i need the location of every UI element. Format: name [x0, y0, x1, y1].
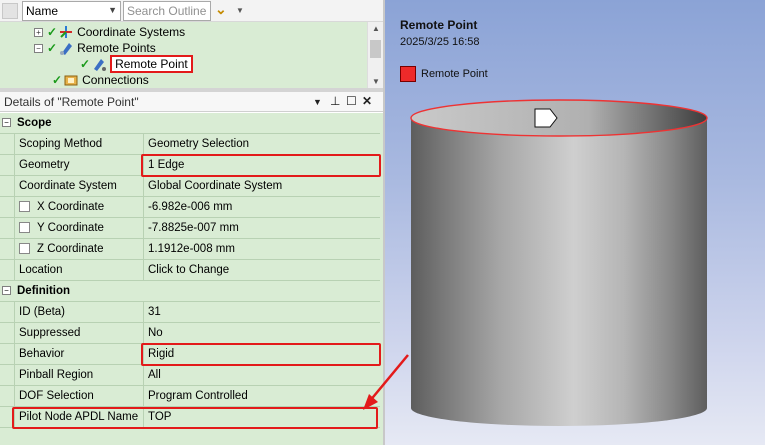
left-panel: Name ▼ Search Outline ⌄ ▼ + ✓ Coordinate… [0, 0, 383, 445]
tree-scrollbar[interactable]: ▲ ▼ [367, 22, 383, 88]
section-label: Definition [17, 285, 71, 297]
row-pinball-region[interactable]: Pinball Region All [0, 365, 380, 386]
name-filter-value: Name [26, 4, 59, 18]
row-label: Z Coordinate [14, 239, 144, 260]
row-scoping-method[interactable]: Scoping Method Geometry Selection [0, 134, 380, 155]
row-value[interactable]: -6.982e-006 mm [145, 197, 380, 218]
chevron-down-icon[interactable]: ▼ [108, 5, 117, 15]
cylinder-body [411, 118, 707, 426]
tree-item-remote-points[interactable]: − ✓ Remote Points [34, 40, 156, 56]
row-value[interactable]: 31 [145, 302, 380, 323]
tree-item-label: Remote Points [77, 41, 156, 55]
row-label: Geometry [14, 155, 144, 176]
details-title: Details of "Remote Point" [4, 95, 139, 109]
dropdown-icon[interactable]: ▼ [313, 97, 322, 107]
collapse-icon[interactable]: − [2, 286, 11, 295]
remote-point-icon [92, 57, 107, 71]
row-dof-selection[interactable]: DOF Selection Program Controlled [0, 386, 380, 407]
row-value[interactable]: Geometry Selection [145, 134, 380, 155]
row-x-coordinate[interactable]: X Coordinate -6.982e-006 mm [0, 197, 380, 218]
row-label: Pinball Region [14, 365, 144, 386]
cylinder-model[interactable] [385, 0, 765, 445]
row-label: Scoping Method [14, 134, 144, 155]
graphics-viewport[interactable]: Remote Point 2025/3/25 16:58 Remote Poin… [385, 0, 765, 445]
filter-dropdown-icon[interactable]: ▼ [236, 6, 244, 15]
row-value[interactable]: Program Controlled [145, 386, 380, 407]
parameter-checkbox[interactable] [19, 222, 30, 233]
row-value[interactable]: All [145, 365, 380, 386]
check-icon: ✓ [47, 25, 58, 39]
row-coordinate-system[interactable]: Coordinate System Global Coordinate Syst… [0, 176, 380, 197]
parameter-checkbox[interactable] [19, 201, 30, 212]
details-header: Details of "Remote Point" ▼ ⊥ ☐ ✕ [0, 92, 383, 112]
row-label-text: X Coordinate [37, 201, 105, 213]
row-value[interactable]: No [145, 323, 380, 344]
remote-points-icon [59, 41, 73, 55]
row-value[interactable]: 1.1912e-008 mm [145, 239, 380, 260]
tree-item-label-highlighted: Remote Point [110, 55, 193, 73]
scroll-up-icon[interactable]: ▲ [372, 24, 380, 33]
row-suppressed[interactable]: Suppressed No [0, 323, 380, 344]
name-filter-combo[interactable]: Name ▼ [22, 1, 121, 21]
row-id[interactable]: ID (Beta) 31 [0, 302, 380, 323]
close-icon[interactable]: ✕ [362, 94, 372, 108]
row-label: Y Coordinate [14, 218, 144, 239]
tree-item-label: Connections [82, 73, 149, 87]
expand-icon[interactable]: + [34, 27, 43, 37]
row-value[interactable]: -7.8825e-007 mm [145, 218, 380, 239]
scroll-thumb[interactable] [370, 40, 381, 58]
filter-chevron-icon[interactable]: ⌄ [215, 1, 227, 18]
check-icon: ✓ [52, 73, 63, 87]
check-icon: ✓ [80, 57, 91, 71]
row-label: Behavior [14, 344, 144, 365]
collapse-icon[interactable]: − [2, 118, 11, 127]
row-label: X Coordinate [14, 197, 144, 218]
cylinder-top-edge[interactable] [410, 99, 708, 137]
highlight-behavior [141, 343, 381, 366]
maximize-icon[interactable]: ☐ [346, 94, 357, 108]
row-label: Coordinate System [14, 176, 144, 197]
scroll-down-icon[interactable]: ▼ [372, 77, 380, 86]
check-icon: ✓ [47, 41, 58, 55]
highlight-geometry [141, 154, 381, 177]
row-value[interactable]: Click to Change [145, 260, 380, 281]
row-label: Suppressed [14, 323, 144, 344]
tree-item-coordinate-systems[interactable]: + ✓ Coordinate Systems [34, 24, 185, 40]
collapse-icon[interactable]: − [34, 43, 43, 53]
outline-toolbar: Name ▼ Search Outline ⌄ ▼ [0, 0, 383, 22]
row-z-coordinate[interactable]: Z Coordinate 1.1912e-008 mm [0, 239, 380, 260]
search-outline-input[interactable]: Search Outline [123, 1, 211, 21]
row-label-text: Z Coordinate [37, 243, 104, 255]
section-definition[interactable]: − Definition [0, 281, 380, 302]
highlight-pilot-node [12, 407, 378, 429]
tree-item-label: Coordinate Systems [77, 25, 186, 39]
outline-tree: + ✓ Coordinate Systems − ✓ Remote Points… [0, 22, 383, 88]
row-y-coordinate[interactable]: Y Coordinate -7.8825e-007 mm [0, 218, 380, 239]
connections-icon [64, 73, 78, 87]
details-grid: − Scope Scoping Method Geometry Selectio… [0, 113, 383, 445]
tree-item-connections[interactable]: ✓ Connections [52, 72, 149, 88]
tree-item-remote-point[interactable]: ✓ Remote Point [80, 55, 193, 73]
section-label: Scope [17, 117, 52, 129]
row-location[interactable]: Location Click to Change [0, 260, 380, 281]
section-scope[interactable]: − Scope [0, 113, 380, 134]
coordinate-systems-icon [59, 25, 73, 39]
parameter-checkbox[interactable] [19, 243, 30, 254]
toolbar-square-icon[interactable] [2, 3, 18, 19]
row-label: DOF Selection [14, 386, 144, 407]
row-label-text: Y Coordinate [37, 222, 104, 234]
row-label: Location [14, 260, 144, 281]
row-value[interactable]: Global Coordinate System [145, 176, 380, 197]
row-label: ID (Beta) [14, 302, 144, 323]
pin-icon[interactable]: ⊥ [330, 94, 340, 108]
